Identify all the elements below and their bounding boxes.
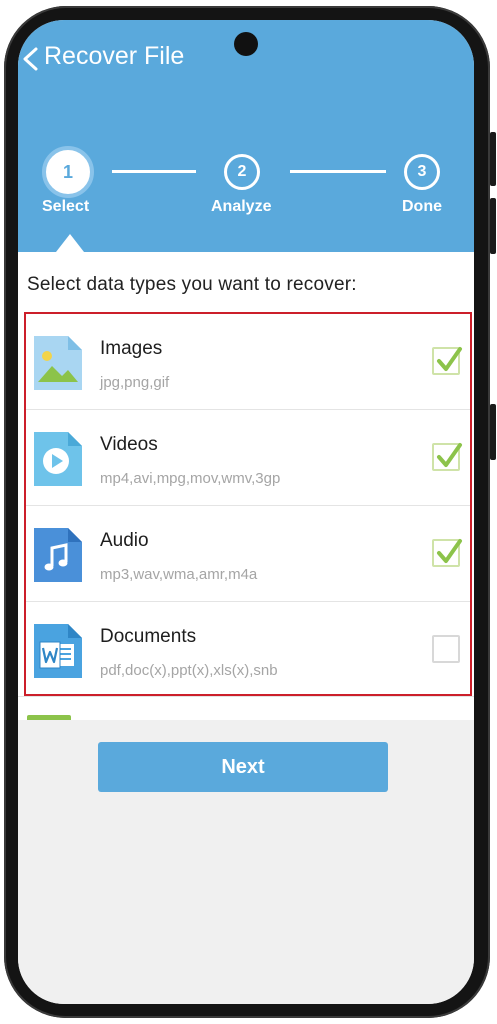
phone-screen: Recover File 1 Select 2 Analyze 3 Done S… xyxy=(18,20,474,1004)
app-header: Recover File 1 Select 2 Analyze 3 Done xyxy=(18,20,474,252)
data-type-list: Images jpg,png,gif Videos mp4,avi,mpg,mo… xyxy=(24,312,472,696)
item-formats: mp3,wav,wma,amr,m4a xyxy=(100,566,258,583)
instruction-text: Select data types you want to recover: xyxy=(27,274,357,295)
power-button xyxy=(490,132,496,186)
list-item-audio[interactable]: Audio mp3,wav,wma,amr,m4a xyxy=(26,506,470,602)
page-title: Recover File xyxy=(44,42,185,70)
image-file-icon xyxy=(34,336,82,390)
images-checkbox[interactable] xyxy=(432,347,462,375)
step-1-circle: 1 xyxy=(42,146,94,198)
volume-up-button xyxy=(490,198,496,254)
step-1-label: Select xyxy=(42,198,90,215)
word-document-icon xyxy=(34,624,82,678)
back-arrow-icon[interactable] xyxy=(20,46,42,72)
step-connector-1 xyxy=(112,170,196,173)
footer-area: Next xyxy=(18,720,474,1004)
audio-checkbox[interactable] xyxy=(432,539,462,567)
list-item-images[interactable]: Images jpg,png,gif xyxy=(26,314,470,410)
step-connector-2 xyxy=(290,170,386,173)
list-item-videos[interactable]: Videos mp4,avi,mpg,mov,wmv,3gp xyxy=(26,410,470,506)
documents-checkbox[interactable] xyxy=(432,635,460,663)
front-camera xyxy=(234,32,258,56)
step-2-label: Analyze xyxy=(211,198,272,215)
video-file-icon xyxy=(34,432,82,486)
next-button[interactable]: Next xyxy=(98,742,388,792)
step-3-label: Done xyxy=(402,198,442,215)
item-title: Audio xyxy=(100,530,149,551)
step-3-circle: 3 xyxy=(404,154,440,190)
item-formats: jpg,png,gif xyxy=(100,374,170,391)
item-title: Images xyxy=(100,338,163,359)
data-type-panel: Select data types you want to recover: I… xyxy=(18,252,474,725)
item-title: Videos xyxy=(100,434,158,455)
audio-file-icon xyxy=(34,528,82,582)
item-title: Documents xyxy=(100,626,197,647)
step-2-circle: 2 xyxy=(224,154,260,190)
active-step-pointer xyxy=(56,234,84,252)
item-formats: mp4,avi,mpg,mov,wmv,3gp xyxy=(100,470,281,487)
item-formats: pdf,doc(x),ppt(x),xls(x),snb xyxy=(100,662,278,679)
volume-down-button xyxy=(490,404,496,460)
list-item-partial xyxy=(18,696,474,725)
list-item-documents[interactable]: Documents pdf,doc(x),ppt(x),xls(x),snb xyxy=(26,602,470,698)
progress-stepper: 1 Select 2 Analyze 3 Done xyxy=(18,144,474,224)
videos-checkbox[interactable] xyxy=(432,443,462,471)
